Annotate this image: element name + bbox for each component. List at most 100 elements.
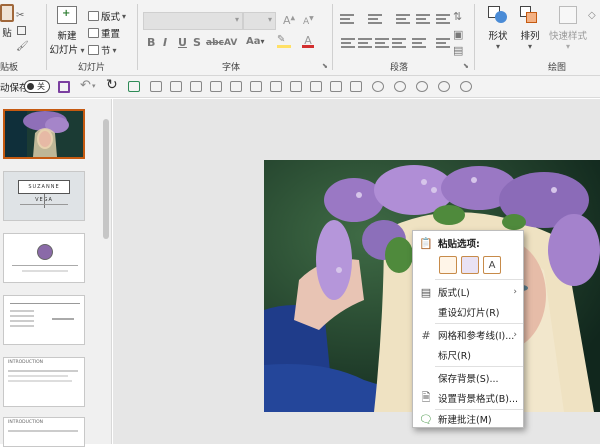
toolbar-icon[interactable] — [230, 81, 242, 92]
shape-icon[interactable] — [460, 81, 472, 92]
undo-dropdown-icon[interactable]: ▾ — [92, 82, 96, 90]
toolbar-icon[interactable] — [290, 81, 302, 92]
chevron-down-icon: ▾ — [234, 15, 239, 24]
columns-icon[interactable] — [412, 38, 426, 48]
slide-thumbnail-2[interactable]: SUZANNE VEGA — [3, 171, 85, 221]
dialog-launcher-icon[interactable]: ⬊ — [463, 62, 469, 70]
char-spacing-icon[interactable]: AV — [224, 38, 237, 48]
autosave-toggle[interactable]: 关 — [24, 80, 50, 93]
slide-thumbnail-4[interactable] — [3, 295, 85, 345]
decrease-indent-icon[interactable] — [396, 14, 410, 24]
line-spacing-icon[interactable] — [436, 14, 450, 24]
arrange-button[interactable]: 排列 ▾ — [514, 6, 546, 51]
grid-icon: # — [421, 328, 431, 342]
shapes-button[interactable]: 形状 ▾ — [482, 6, 514, 51]
toolbar-icon[interactable] — [330, 81, 342, 92]
format-icon[interactable] — [128, 81, 140, 92]
menu-item-new-comment[interactable]: 🗨 新建批注(M) — [413, 409, 523, 429]
section-button[interactable]: 节 ▾ — [88, 43, 117, 57]
bold-icon[interactable]: B — [147, 36, 155, 49]
menu-item-reset-slide[interactable]: 重设幻灯片(R) — [413, 302, 523, 322]
copy-icon[interactable] — [17, 26, 26, 35]
shape-icon[interactable] — [394, 81, 406, 92]
menu-separator — [435, 279, 523, 280]
align-top-icon[interactable] — [250, 81, 262, 92]
align-right-icon[interactable] — [375, 38, 389, 48]
font-size-field[interactable]: ▾ — [243, 12, 276, 30]
quick-styles-button[interactable]: 快速样式 ▾ — [546, 6, 590, 51]
align-top-icon[interactable] — [270, 81, 282, 92]
underline-icon[interactable]: U — [178, 36, 187, 49]
divider — [332, 4, 333, 70]
shapes-icon — [488, 6, 508, 24]
strikethrough-icon[interactable]: abc — [206, 38, 224, 48]
convert-icon[interactable]: ▤ — [453, 44, 463, 57]
thumbnails-scrollbar[interactable] — [102, 105, 110, 435]
menu-item-save-background[interactable]: 保存背景(S)... — [413, 368, 523, 388]
cut-icon[interactable]: ✂ — [16, 10, 24, 21]
layout-button[interactable]: 版式 ▾ — [88, 9, 126, 23]
layout-icon — [88, 11, 99, 21]
paste-option-use-destination-theme[interactable] — [439, 256, 457, 274]
paste-options-header: 📋 粘贴选项: — [419, 236, 480, 251]
toolbar-icon[interactable] — [190, 81, 202, 92]
undo-icon[interactable]: ↶ — [80, 78, 91, 93]
align-center-icon[interactable] — [358, 38, 372, 48]
menu-item-layout[interactable]: ▤ 版式(L) › — [413, 282, 523, 302]
dialog-launcher-icon[interactable]: ⬊ — [322, 62, 328, 70]
redo-icon[interactable]: ↻ — [106, 77, 118, 93]
toolbar-icon[interactable] — [150, 81, 162, 92]
shrink-font-icon[interactable]: A▼ — [303, 15, 314, 27]
clipboard-icon — [0, 4, 14, 22]
paste-option-keep-text-only[interactable]: A — [483, 256, 501, 274]
toolbar-icon[interactable] — [350, 81, 362, 92]
chevron-down-icon: ▾ — [267, 15, 272, 24]
new-slide-button[interactable]: + 新建 幻灯片 ▾ — [49, 6, 85, 56]
slide-thumbnail-5[interactable]: INTRODUCTION — [3, 357, 85, 407]
increase-indent-icon[interactable] — [416, 14, 430, 24]
slide-thumbnail-6[interactable]: INTRODUCTION — [3, 417, 85, 447]
toolbar-icon[interactable] — [170, 81, 182, 92]
toggle-knob — [27, 83, 34, 90]
paste-option-picture[interactable] — [461, 256, 479, 274]
reset-icon — [88, 28, 99, 38]
toolbar-icon[interactable] — [310, 81, 322, 92]
menu-item-ruler[interactable]: 标尺(R) — [413, 345, 523, 365]
bullets-icon[interactable] — [340, 14, 354, 24]
slide-thumbnail-1[interactable] — [3, 109, 85, 159]
toolbar-icon[interactable] — [210, 81, 222, 92]
italic-icon[interactable]: I — [163, 36, 167, 49]
divider — [474, 4, 475, 70]
font-name-field[interactable]: ▾ — [143, 12, 243, 30]
paste-icon: 📋 — [419, 236, 433, 250]
menu-item-format-background[interactable]: 🗎 设置背景格式(B)... — [413, 388, 523, 408]
chevron-right-icon: › — [513, 287, 517, 297]
change-case-button[interactable]: Aa▾ — [246, 36, 265, 47]
smartart-icon[interactable]: ▣ — [453, 28, 463, 41]
menu-item-grid-guides[interactable]: # 网格和参考线(I)... › — [413, 325, 523, 345]
shape-icon[interactable] — [438, 81, 450, 92]
group-font-label: 字体 — [222, 63, 241, 73]
new-slide-label: 新建 — [57, 31, 77, 42]
align-text-icon[interactable]: ⇅ — [453, 10, 462, 23]
numbering-icon[interactable] — [368, 14, 382, 24]
reset-button[interactable]: 重置 — [88, 26, 120, 40]
shadow-icon[interactable]: S — [193, 36, 201, 49]
grow-font-icon[interactable]: A▲ — [283, 14, 295, 27]
save-icon[interactable] — [58, 81, 70, 93]
font-color-icon[interactable]: A — [302, 34, 314, 48]
text-direction-icon[interactable] — [436, 38, 450, 48]
menu-separator — [435, 366, 523, 367]
group-drawing-label: 绘图 — [548, 63, 567, 73]
avatar — [37, 244, 53, 260]
slide-thumbnail-3[interactable] — [3, 233, 85, 283]
shape-icon[interactable] — [416, 81, 428, 92]
justify-icon[interactable] — [392, 38, 406, 48]
align-left-icon[interactable] — [341, 38, 355, 48]
arrange-icon — [520, 6, 540, 24]
shape-icon[interactable] — [372, 81, 384, 92]
highlight-icon[interactable]: ✎ — [277, 34, 291, 48]
shape-fill-icon[interactable]: ◇ — [588, 10, 596, 21]
scrollbar-thumb[interactable] — [103, 119, 109, 239]
format-painter-icon[interactable]: 🖌 — [16, 41, 29, 52]
